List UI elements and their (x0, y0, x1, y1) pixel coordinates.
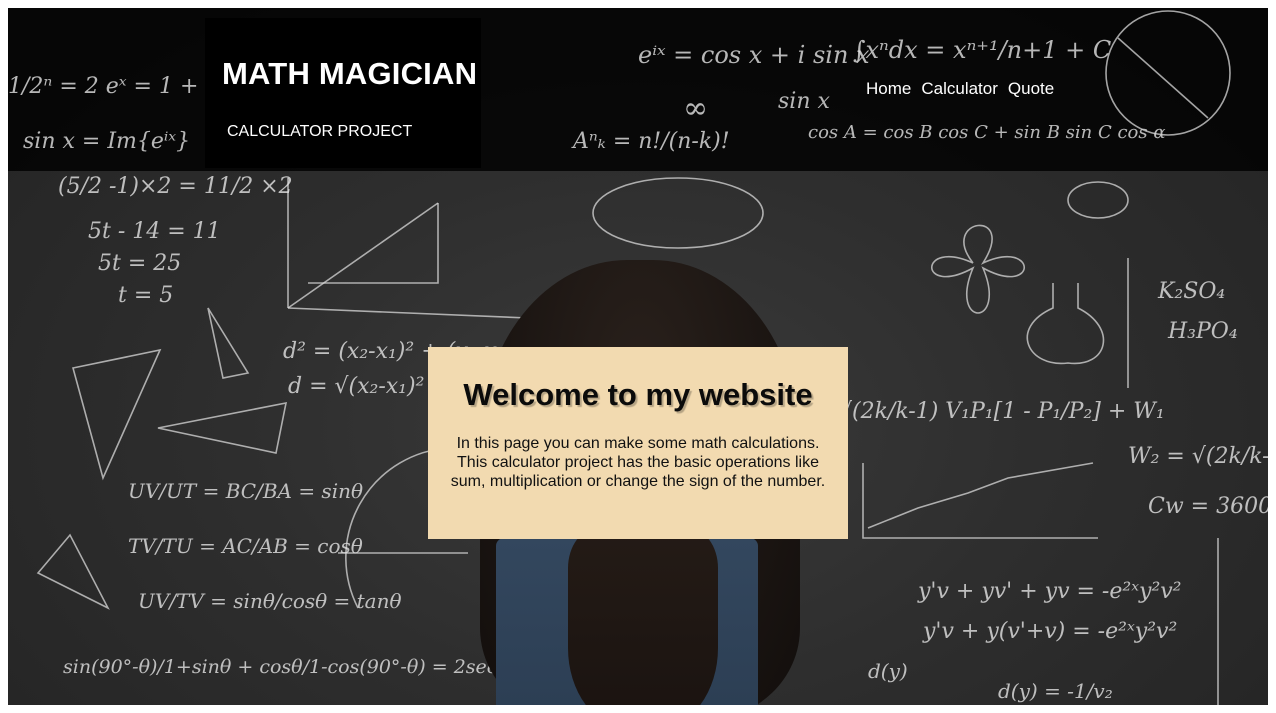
page: (5/2 -1)×2 = 11/2 ×2 5t - 14 = 11 5t = 2… (8, 8, 1268, 705)
svg-text:eⁱˣ = cos x + i sin x: eⁱˣ = cos x + i sin x (638, 41, 870, 69)
site-subtitle: CALCULATOR PROJECT (227, 123, 413, 140)
header-formulas-image: 1/2ⁿ = 2 eˣ = 1 + sin x = Im{eⁱˣ} eⁱˣ = … (8, 10, 1231, 154)
svg-text:Cw = 3600: Cw = 3600 (1148, 494, 1268, 519)
svg-text:1/2ⁿ = 2 eˣ = 1 +: 1/2ⁿ = 2 eˣ = 1 + (8, 74, 198, 99)
svg-text:d(y): d(y) (868, 659, 908, 683)
welcome-heading: Welcome to my website (463, 377, 813, 412)
svg-text:UV/UT = BC/BA = sinθ: UV/UT = BC/BA = sinθ (128, 479, 363, 503)
nav-link-calculator[interactable]: Calculator (921, 79, 998, 99)
nav-link-home[interactable]: Home (866, 79, 911, 99)
woman-hair-back-image (568, 528, 718, 705)
site-header: 1/2ⁿ = 2 eˣ = 1 + sin x = Im{eⁱˣ} eⁱˣ = … (8, 8, 1268, 171)
brand-block: MATH MAGICIAN CALCULATOR PROJECT (205, 18, 481, 168)
svg-text:5t = 25: 5t = 25 (98, 251, 181, 276)
svg-text:∫xⁿdx = xⁿ⁺¹/n+1 + C: ∫xⁿdx = xⁿ⁺¹/n+1 + C (853, 36, 1111, 64)
svg-text:y'v + y(v'+v) = -e²ˣy²v²: y'v + y(v'+v) = -e²ˣy²v² (922, 619, 1177, 644)
welcome-card: Welcome to my website In this page you c… (428, 347, 848, 539)
svg-text:t = 5: t = 5 (118, 283, 173, 308)
svg-text:y'v + yv' + yv = -e²ˣy²v²: y'v + yv' + yv = -e²ˣy²v² (917, 579, 1182, 604)
svg-text:TV/TU = AC/AB = cosθ: TV/TU = AC/AB = cosθ (128, 534, 363, 558)
svg-text:Aⁿₖ = n!/(n-k)!: Aⁿₖ = n!/(n-k)! (571, 129, 730, 154)
svg-text:K₂SO₄: K₂SO₄ (1157, 279, 1225, 304)
svg-text:√(2k/k-1) V₁P₁[1 - P₁/P₂] + W₁: √(2k/k-1) V₁P₁[1 - P₁/P₂] + W₁ (838, 399, 1165, 424)
svg-text:d(y) = -1/v₂: d(y) = -1/v₂ (998, 679, 1113, 703)
nav-link-quote[interactable]: Quote (1008, 79, 1054, 99)
svg-text:∞: ∞ (683, 91, 708, 126)
svg-text:(5/2 -1)×2 = 11/2 ×2: (5/2 -1)×2 = 11/2 ×2 (58, 174, 293, 199)
svg-text:cos A = cos B cos C + sin B si: cos A = cos B cos C + sin B sin C cos α (808, 122, 1166, 143)
main-nav: Home Calculator Quote (866, 79, 1054, 99)
svg-text:H₃PO₄: H₃PO₄ (1167, 319, 1238, 344)
svg-text:W₂ = √(2k/k-1) V₁P₁: W₂ = √(2k/k-1) V₁P₁ (1128, 444, 1268, 469)
svg-text:d = √(x₂-x₁)²: d = √(x₂-x₁)² (288, 374, 424, 399)
welcome-description: In this page you can make some math calc… (450, 435, 826, 490)
svg-text:5t - 14 = 11: 5t - 14 = 11 (88, 219, 221, 244)
svg-text:UV/TV = sinθ/cosθ = tanθ: UV/TV = sinθ/cosθ = tanθ (138, 589, 402, 613)
svg-text:sin x: sin x (778, 89, 830, 114)
svg-text:sin x = Im{eⁱˣ}: sin x = Im{eⁱˣ} (23, 129, 190, 154)
svg-text:sin(90°-θ)/1+sinθ + cosθ/1-cos: sin(90°-θ)/1+sinθ + cosθ/1-cos(90°-θ) = … (63, 656, 509, 678)
site-title: MATH MAGICIAN (222, 56, 478, 91)
